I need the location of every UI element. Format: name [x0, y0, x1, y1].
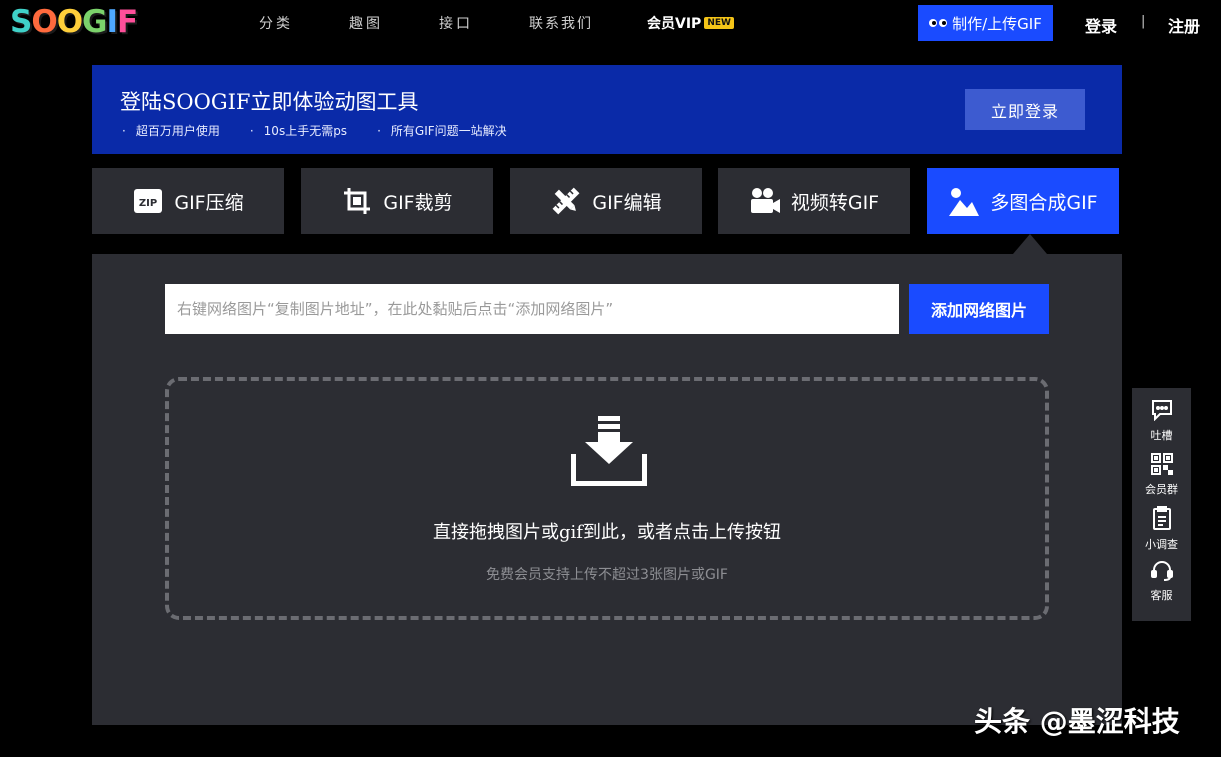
tool-gif-edit[interactable]: GIF编辑: [510, 168, 702, 234]
survey-button[interactable]: 小调查: [1132, 504, 1191, 554]
qr-code-icon: [1150, 453, 1173, 479]
logo-letter: O: [56, 4, 83, 40]
upload-panel: 添加网络图片 直接拖拽图片或gif到此，或者点击上传按钮 免费会员支持上传不超过…: [92, 254, 1122, 725]
banner-title: 登陆SOOGIF立即体验动图工具: [120, 90, 419, 114]
nav-fun-images[interactable]: 趣图: [349, 13, 383, 33]
nav-vip[interactable]: 会员VIP NEW: [647, 13, 734, 33]
feedback-button[interactable]: 吐槽: [1132, 396, 1191, 446]
drop-zone[interactable]: 直接拖拽图片或gif到此，或者点击上传按钮 免费会员支持上传不超过3张图片或GI…: [165, 377, 1049, 620]
headset-icon: [1150, 559, 1173, 585]
tool-label: GIF编辑: [592, 191, 662, 214]
make-upload-label: 制作/上传GIF: [952, 14, 1042, 33]
make-upload-gif-button[interactable]: 制作/上传GIF: [918, 5, 1053, 41]
new-badge: NEW: [704, 17, 734, 29]
register-link[interactable]: 注册: [1168, 13, 1200, 37]
customer-service-button[interactable]: 客服: [1132, 556, 1191, 606]
float-label: 小调查: [1145, 538, 1178, 551]
float-label: 客服: [1150, 589, 1173, 602]
logo-letter: S: [10, 4, 32, 40]
tool-label: GIF裁剪: [383, 191, 453, 214]
zip-icon: ZIP: [132, 185, 164, 217]
svg-text:ZIP: ZIP: [139, 198, 157, 209]
tool-label: 视频转GIF: [790, 191, 880, 214]
logo-letter: F: [117, 4, 138, 40]
tool-gif-compress[interactable]: ZIP GIF压缩: [92, 168, 284, 234]
logo-letter: I: [106, 4, 119, 40]
crop-icon: [341, 185, 373, 217]
login-now-button[interactable]: 立即登录: [965, 89, 1085, 130]
nav-separator: |: [1141, 14, 1146, 29]
clipboard-icon: [1152, 506, 1172, 534]
free-member-limit-note: 免费会员支持上传不超过3张图片或GIF: [486, 567, 728, 583]
tool-gif-crop[interactable]: GIF裁剪: [301, 168, 493, 234]
login-link[interactable]: 登录: [1085, 13, 1117, 37]
tool-label: 多图合成GIF: [990, 191, 1098, 214]
active-tab-pointer: [1013, 234, 1047, 254]
soogif-logo[interactable]: S O O G I F: [10, 4, 138, 40]
login-promo-banner: 登陆SOOGIF立即体验动图工具 超百万用户使用 10s上手无需ps 所有GIF…: [92, 65, 1122, 154]
banner-point: 10s上手无需ps: [250, 122, 347, 139]
tool-multi-image-gif[interactable]: 多图合成GIF: [927, 168, 1119, 234]
nav-category[interactable]: 分类: [259, 13, 293, 33]
tool-label: GIF压缩: [174, 191, 244, 214]
nav-api[interactable]: 接口: [439, 13, 473, 33]
download-tray-icon: [570, 416, 648, 490]
logo-letter: O: [31, 4, 57, 40]
drop-instructions: 直接拖拽图片或gif到此，或者点击上传按钮: [433, 522, 781, 543]
image-icon: [948, 185, 980, 217]
float-label: 吐槽: [1150, 429, 1173, 442]
nav-contact-us[interactable]: 联系我们: [529, 13, 593, 33]
pencil-ruler-icon: [550, 185, 582, 217]
logo-letter: G: [82, 4, 107, 40]
right-float-toolbar: 吐槽 会员群 小调查 客服: [1132, 388, 1191, 621]
member-group-button[interactable]: 会员群: [1132, 450, 1191, 500]
banner-point: 所有GIF问题一站解决: [377, 122, 507, 139]
toutiao-watermark: 头条 @墨涩科技: [974, 705, 1180, 738]
add-web-image-button[interactable]: 添加网络图片: [909, 284, 1049, 334]
float-label: 会员群: [1145, 483, 1178, 496]
image-url-input[interactable]: [165, 284, 899, 334]
banner-points: 超百万用户使用 10s上手无需ps 所有GIF问题一站解决: [122, 122, 537, 139]
tool-video-to-gif[interactable]: 视频转GIF: [718, 168, 910, 234]
chat-bubble-icon: [1150, 399, 1174, 425]
vip-label: 会员VIP: [647, 16, 702, 32]
eyes-icon: [929, 19, 948, 27]
video-camera-icon: [749, 185, 781, 217]
banner-point: 超百万用户使用: [122, 122, 220, 139]
top-navigation: S O O G I F 分类 趣图 接口 联系我们 会员VIP NEW 制作/上…: [0, 0, 1221, 46]
